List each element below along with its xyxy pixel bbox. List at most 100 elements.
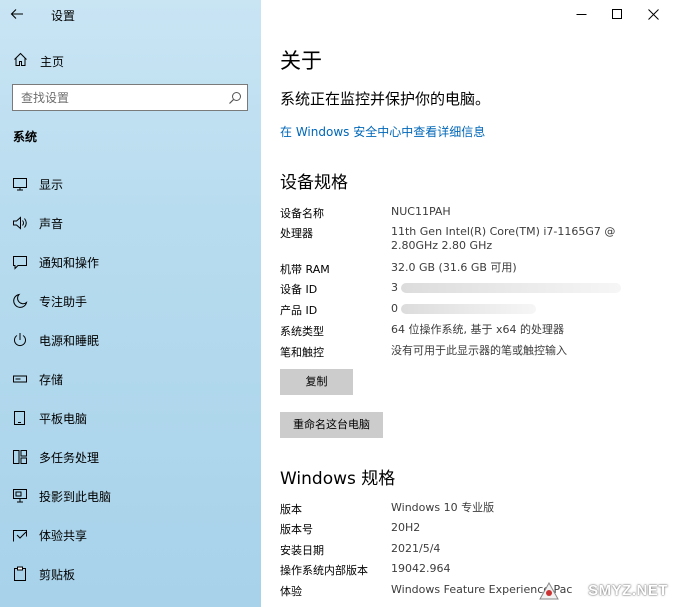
- search-input[interactable]: [13, 85, 218, 110]
- device-spec-heading: 设备规格: [280, 173, 348, 193]
- spec-row: 系统类型 64 位操作系统, 基于 x64 的处理器: [280, 323, 670, 344]
- sidebar-item-label: 存储: [39, 373, 64, 387]
- spec-row: 机带 RAM 32.0 GB (31.6 GB 可用): [280, 261, 670, 281]
- redacted-blur: [401, 283, 621, 293]
- spec-row: 版本号 20H2: [280, 521, 670, 542]
- sidebar-item-label: 专注助手: [39, 295, 88, 309]
- spec-value: 32.0 GB (31.6 GB 可用): [391, 261, 517, 274]
- sidebar-item-label: 平板电脑: [39, 412, 88, 426]
- spec-key: 处理器: [280, 227, 313, 240]
- clipboard-icon: [12, 566, 28, 582]
- back-arrow-icon: [10, 9, 23, 19]
- sidebar-item-label: 声音: [39, 217, 64, 231]
- tablet-icon: [12, 410, 28, 426]
- sidebar-item-notifications[interactable]: 通知和操作: [0, 248, 261, 287]
- display-icon: [12, 176, 28, 192]
- sidebar-item-label: 通知和操作: [39, 256, 100, 270]
- close-button[interactable]: [636, 0, 670, 28]
- sidebar-item-projecting[interactable]: 投影到此电脑: [0, 482, 261, 521]
- projecting-icon: [12, 488, 28, 504]
- spec-value: NUC11PAH: [391, 205, 451, 218]
- device-spec-table: 设备名称 NUC11PAH 处理器 11th Gen Intel(R) Core…: [280, 205, 670, 365]
- search-icon[interactable]: [228, 90, 242, 109]
- device-id-value: 3: [391, 281, 398, 294]
- spec-value: 0: [391, 302, 641, 316]
- search-box[interactable]: [12, 84, 248, 111]
- close-icon: [648, 9, 659, 20]
- spec-row: 安装日期 2021/5/4: [280, 542, 670, 562]
- sidebar-item-label: 体验共享: [39, 529, 88, 543]
- spec-key: 设备名称: [280, 207, 324, 220]
- sidebar-home-label: 主页: [40, 55, 65, 69]
- spec-row: 操作系统内部版本 19042.964: [280, 562, 670, 583]
- sidebar-item-clipboard[interactable]: 剪贴板: [0, 560, 261, 599]
- spec-key: 产品 ID: [280, 304, 318, 317]
- maximize-button[interactable]: [600, 0, 634, 28]
- spec-value: 20H2: [391, 521, 421, 534]
- spec-key: 版本号: [280, 523, 313, 536]
- main-panel: 关于 系统正在监控并保护你的电脑。 在 Windows 安全中心中查看详细信息 …: [261, 0, 680, 607]
- notifications-icon: [12, 254, 28, 270]
- back-button[interactable]: [10, 6, 30, 24]
- titlebar-left: 设置: [0, 0, 261, 30]
- sidebar-item-multitasking[interactable]: 多任务处理: [0, 443, 261, 482]
- power-icon: [12, 332, 28, 348]
- minimize-icon: [576, 14, 587, 15]
- multitasking-icon: [12, 449, 28, 465]
- spec-value: 64 位操作系统, 基于 x64 的处理器: [391, 323, 564, 336]
- app-title: 设置: [51, 9, 76, 23]
- spec-key: 操作系统内部版本: [280, 564, 368, 577]
- page-title: 关于: [280, 49, 322, 73]
- shared-experiences-icon: [12, 527, 28, 543]
- spec-value: 2021/5/4: [391, 542, 441, 555]
- spec-value: Windows 10 专业版: [391, 501, 495, 514]
- spec-key: 版本: [280, 503, 302, 516]
- sidebar: 设置 主页 系统 显示 声音 通知和操作 专注助手: [0, 0, 261, 607]
- minimize-button[interactable]: [564, 0, 598, 28]
- sidebar-item-sound[interactable]: 声音: [0, 209, 261, 248]
- sound-icon: [12, 215, 28, 231]
- sidebar-item-label: 显示: [39, 178, 64, 192]
- storage-icon: [12, 371, 28, 387]
- sidebar-item-label: 投影到此电脑: [39, 490, 112, 504]
- focus-assist-icon: [12, 293, 28, 309]
- spec-row: 设备名称 NUC11PAH: [280, 205, 670, 225]
- spec-row: 版本 Windows 10 专业版: [280, 501, 670, 521]
- spec-key: 机带 RAM: [280, 263, 330, 276]
- sidebar-item-shared-experiences[interactable]: 体验共享: [0, 521, 261, 560]
- sidebar-item-display[interactable]: 显示: [0, 170, 261, 209]
- home-icon: [13, 52, 28, 71]
- spec-row: 设备 ID 3: [280, 281, 670, 302]
- security-center-link[interactable]: 在 Windows 安全中心中查看详细信息: [280, 123, 485, 140]
- spec-row: 笔和触控 没有可用于此显示器的笔或触控输入: [280, 344, 670, 365]
- sidebar-item-power[interactable]: 电源和睡眠: [0, 326, 261, 365]
- spec-row: 处理器 11th Gen Intel(R) Core(TM) i7-1165G7…: [280, 225, 670, 261]
- spec-value: 11th Gen Intel(R) Core(TM) i7-1165G7 @ 2…: [391, 225, 616, 252]
- sidebar-item-home[interactable]: 主页: [0, 48, 261, 74]
- spec-key: 设备 ID: [280, 283, 318, 296]
- copy-button[interactable]: 复制: [280, 369, 353, 395]
- spec-value: 19042.964: [391, 562, 451, 575]
- redacted-blur: [401, 304, 536, 314]
- sidebar-item-focus-assist[interactable]: 专注助手: [0, 287, 261, 326]
- spec-key: 系统类型: [280, 325, 324, 338]
- spec-value: 没有可用于此显示器的笔或触控输入: [391, 344, 567, 357]
- product-id-value: 0: [391, 302, 398, 315]
- spec-key: 安装日期: [280, 544, 324, 557]
- sidebar-item-tablet[interactable]: 平板电脑: [0, 404, 261, 443]
- sidebar-item-label: 电源和睡眠: [39, 334, 100, 348]
- windows-spec-heading: Windows 规格: [280, 469, 396, 489]
- section-title: 系统: [13, 130, 38, 144]
- sidebar-item-storage[interactable]: 存储: [0, 365, 261, 404]
- sidebar-item-label: 多任务处理: [39, 451, 100, 465]
- sidebar-item-label: 剪贴板: [39, 568, 76, 582]
- spec-key: 体验: [280, 585, 302, 598]
- watermark: SMYZ.NET: [588, 582, 668, 599]
- rename-pc-button[interactable]: 重命名这台电脑: [280, 412, 383, 438]
- watermark-logo-icon: [538, 581, 560, 601]
- protection-status: 系统正在监控并保护你的电脑。: [280, 90, 491, 108]
- spec-row: 产品 ID 0: [280, 302, 670, 323]
- sidebar-nav: 显示 声音 通知和操作 专注助手 电源和睡眠 存储 平板电脑 多任务处理 投影到…: [0, 170, 261, 599]
- spec-value: 3: [391, 281, 641, 295]
- spec-key: 笔和触控: [280, 346, 324, 359]
